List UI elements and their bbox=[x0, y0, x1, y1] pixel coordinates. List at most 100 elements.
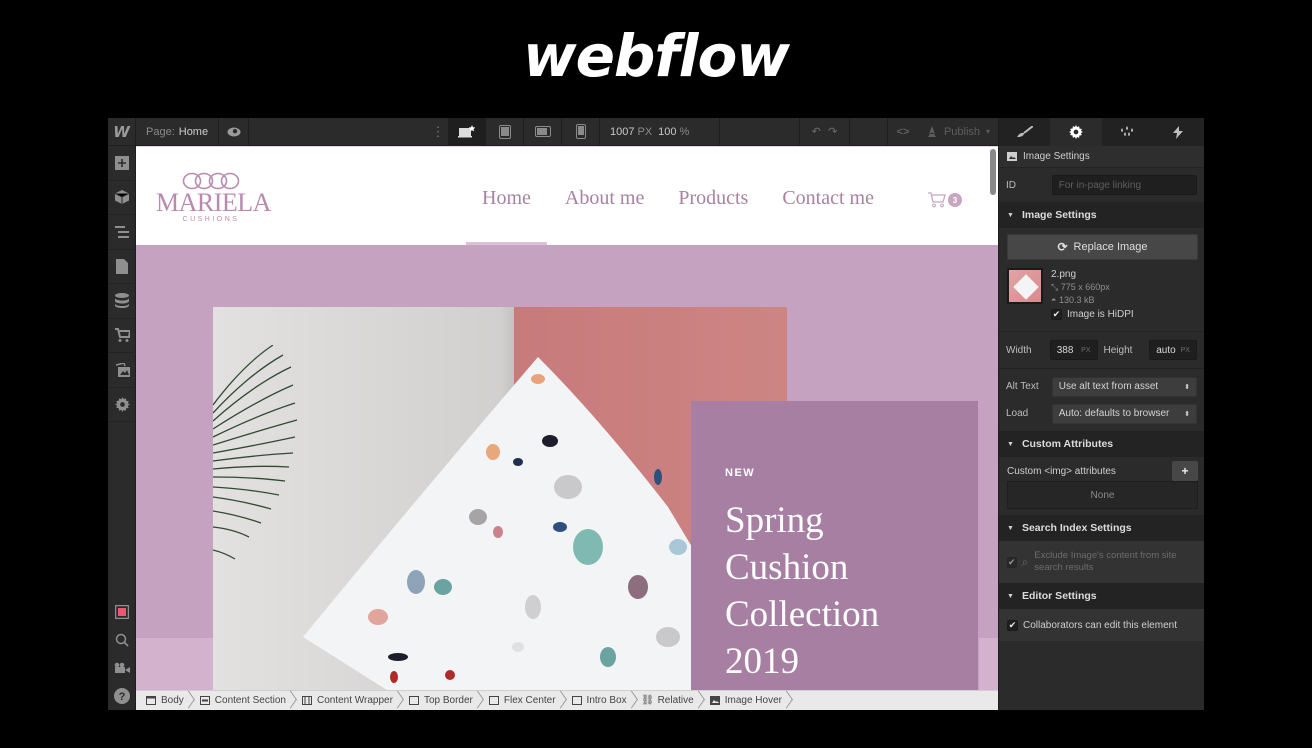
breadcrumb-item[interactable]: Body bbox=[136, 691, 190, 711]
nav-about[interactable]: About me bbox=[565, 187, 644, 210]
width-value: 388 bbox=[1056, 344, 1074, 356]
cms-button[interactable] bbox=[108, 284, 136, 319]
breadcrumb-item[interactable]: Intro Box bbox=[562, 691, 633, 711]
tab-settings[interactable] bbox=[1050, 118, 1102, 146]
width-input[interactable]: 388 PX bbox=[1049, 340, 1098, 360]
section-image-settings[interactable]: ▼ Image Settings bbox=[999, 202, 1204, 228]
load-value: Auto: defaults to browser bbox=[1058, 408, 1170, 419]
top-border-decoration bbox=[136, 638, 214, 690]
image-thumbnail[interactable] bbox=[1007, 268, 1043, 304]
breadcrumb-label: Content Section bbox=[214, 695, 286, 706]
video-tutorials-button[interactable] bbox=[108, 654, 136, 682]
load-row: Load Auto: defaults to browser ⬍ bbox=[999, 400, 1204, 427]
search-exclude-checkbox[interactable]: ✔ bbox=[1007, 556, 1017, 568]
site-logo[interactable]: MARIELA CUSHIONS bbox=[156, 171, 271, 223]
gauge-icon: ◓ bbox=[1051, 295, 1059, 305]
undo-icon[interactable]: ↶ bbox=[812, 125, 821, 138]
intro-title-line: Cushion bbox=[725, 547, 849, 588]
breakpoint-mobile-landscape[interactable] bbox=[524, 117, 562, 146]
preview-button[interactable] bbox=[219, 117, 250, 146]
section-search-index[interactable]: ▼ Search Index Settings bbox=[999, 515, 1204, 541]
rocket-icon bbox=[927, 125, 936, 137]
breakpoint-tablet[interactable] bbox=[486, 117, 524, 146]
ecommerce-button[interactable] bbox=[108, 319, 136, 353]
load-select[interactable]: Auto: defaults to browser ⬍ bbox=[1051, 403, 1197, 424]
cart-button[interactable]: 3 bbox=[928, 192, 962, 208]
nav-products[interactable]: Products bbox=[678, 187, 748, 210]
publish-label: Publish bbox=[943, 125, 981, 138]
breadcrumb-item[interactable]: Content Section bbox=[190, 691, 292, 711]
alt-text-label: Alt Text bbox=[1006, 381, 1039, 392]
content-section[interactable]: NEW Spring Cushion Collection 2019 bbox=[136, 245, 998, 690]
breadcrumb-item[interactable]: ⛓ Relative bbox=[633, 691, 700, 711]
caret-down-icon: ▼ bbox=[1007, 524, 1014, 532]
nav-contact[interactable]: Contact me bbox=[782, 187, 874, 210]
section-custom-attributes[interactable]: ▼ Custom Attributes bbox=[999, 431, 1204, 457]
gear-icon bbox=[1068, 125, 1083, 139]
design-canvas[interactable]: MARIELA CUSHIONS Home About me Products … bbox=[136, 146, 998, 690]
alt-text-select[interactable]: Use alt text from asset ⬍ bbox=[1051, 376, 1197, 397]
paintbrush-icon bbox=[1016, 126, 1033, 137]
id-input[interactable]: For in-page linking bbox=[1051, 175, 1197, 195]
search-magnifier-icon: ⌕ bbox=[1021, 554, 1029, 569]
canvas-width-unit: PX bbox=[637, 125, 653, 138]
page-selector[interactable]: Page: Home bbox=[136, 117, 220, 146]
help-button[interactable]: ? bbox=[108, 682, 136, 710]
more-breakpoints-button[interactable]: ⋮ bbox=[428, 118, 448, 146]
navigator-icon bbox=[115, 225, 129, 238]
cube-icon bbox=[115, 190, 129, 205]
code-icon: <> bbox=[896, 125, 910, 138]
editor-row: ✔ Collaborators can edit this element bbox=[999, 609, 1204, 641]
body-icon bbox=[146, 696, 156, 705]
nav-home[interactable]: Home bbox=[466, 187, 547, 245]
top-border-decoration-right bbox=[979, 638, 998, 690]
breakpoint-mobile-portrait[interactable] bbox=[562, 117, 600, 146]
tab-style[interactable] bbox=[999, 118, 1050, 146]
symbols-button[interactable] bbox=[108, 181, 136, 215]
webflow-menu-button[interactable]: W bbox=[108, 117, 136, 146]
image-icon bbox=[1007, 152, 1017, 161]
navigator-button[interactable] bbox=[108, 215, 136, 250]
publish-button[interactable]: Publish ▾ bbox=[918, 118, 998, 146]
breakpoint-desktop[interactable] bbox=[448, 117, 486, 146]
assets-button[interactable] bbox=[108, 353, 136, 388]
shopping-cart-icon bbox=[928, 192, 946, 208]
breadcrumb-item[interactable]: Image Hover bbox=[700, 691, 788, 711]
image-settings-body: ⟳ Replace Image 2.png ⤡ 775 x 660px ◓ 13… bbox=[999, 228, 1204, 321]
image-file-info: 2.png ⤡ 775 x 660px ◓ 130.3 kB ✔ Image i… bbox=[1007, 268, 1198, 321]
undo-redo-group: ↶ ↷ bbox=[800, 117, 850, 146]
add-attribute-button[interactable]: + bbox=[1172, 461, 1198, 481]
caret-down-icon: ▼ bbox=[1007, 211, 1014, 219]
canvas-width-value: 1007 bbox=[610, 125, 635, 138]
custom-attributes-body: Custom <img> attributes + None bbox=[999, 457, 1204, 515]
settings-button[interactable] bbox=[108, 388, 136, 422]
tab-style-manager[interactable] bbox=[1102, 118, 1153, 146]
hidpi-checkbox[interactable]: ✔ bbox=[1051, 309, 1062, 320]
pages-button[interactable] bbox=[108, 250, 136, 284]
search-exclude-row: ✔ ⌕ Exclude Image's content from site se… bbox=[999, 541, 1204, 583]
tab-interactions[interactable] bbox=[1153, 118, 1204, 146]
canvas-scrollbar[interactable] bbox=[990, 149, 996, 195]
gear-icon bbox=[114, 396, 130, 412]
collaborators-checkbox[interactable]: ✔ bbox=[1007, 619, 1018, 631]
preview-mode-button[interactable] bbox=[108, 598, 136, 626]
panel-header-title: Image Settings bbox=[1023, 151, 1090, 162]
image-dimensions: 775 x 660px bbox=[1060, 282, 1110, 292]
intro-box[interactable]: NEW Spring Cushion Collection 2019 bbox=[691, 401, 978, 690]
caret-down-icon: ▼ bbox=[1007, 592, 1014, 600]
caret-down-icon: ▼ bbox=[1007, 440, 1014, 448]
add-panel-button[interactable] bbox=[108, 146, 136, 181]
webflow-designer: W Page: Home ⋮ 1007 PX 100 % ↶ ↷ <> Publ… bbox=[108, 117, 1204, 711]
breadcrumb-item[interactable]: Top Border bbox=[399, 691, 479, 711]
code-export-button[interactable]: <> bbox=[888, 118, 918, 146]
section-editor-settings[interactable]: ▼ Editor Settings bbox=[999, 583, 1204, 609]
redo-icon[interactable]: ↷ bbox=[828, 125, 837, 138]
replace-image-button[interactable]: ⟳ Replace Image bbox=[1007, 234, 1198, 260]
resize-icon: ⤡ bbox=[1051, 282, 1061, 292]
height-input[interactable]: auto PX bbox=[1149, 340, 1197, 360]
breadcrumb-item[interactable]: Content Wrapper bbox=[292, 691, 399, 711]
id-label: ID bbox=[1006, 179, 1016, 191]
search-button[interactable] bbox=[108, 626, 136, 654]
breadcrumb-item[interactable]: Flex Center bbox=[479, 691, 562, 711]
file-name: 2.png bbox=[1051, 269, 1077, 280]
